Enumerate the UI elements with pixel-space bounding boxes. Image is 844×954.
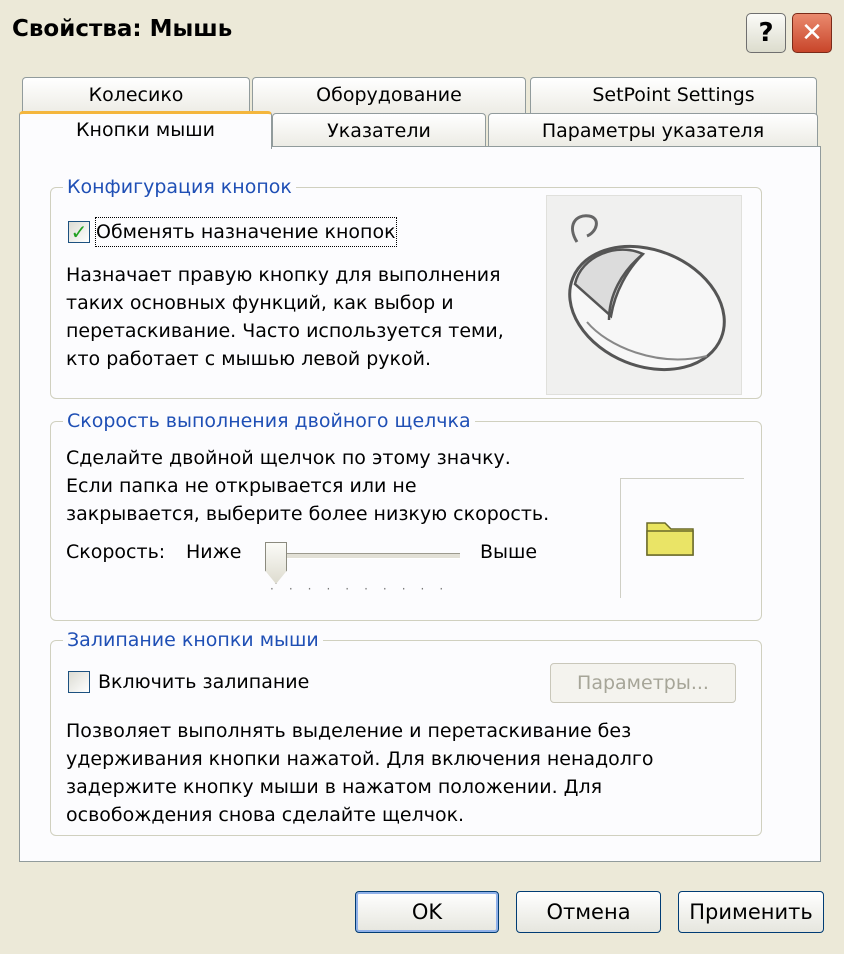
- description-line: таких основных функций, как выбор и: [66, 292, 454, 314]
- description-line: кто работает с мышью левой рукой.: [66, 348, 432, 370]
- tab-wheel[interactable]: Колесико: [22, 77, 250, 115]
- description-line: Если папка не открывается или не: [66, 475, 417, 497]
- tab-buttons[interactable]: Кнопки мыши: [19, 111, 272, 149]
- click-lock-legend: Залипание кнопки мыши: [63, 629, 323, 651]
- mouse-icon: [568, 214, 726, 372]
- cancel-button[interactable]: Отмена: [516, 891, 661, 933]
- help-button[interactable]: ?: [746, 13, 786, 53]
- tab-pointer-options[interactable]: Параметры указателя: [488, 113, 818, 147]
- tab-setpoint-settings[interactable]: SetPoint Settings: [530, 77, 817, 115]
- description-line: освобождения снова сделайте щелчок.: [66, 804, 465, 826]
- folder-icon[interactable]: [621, 479, 745, 599]
- speed-label: Скорость:: [66, 541, 166, 563]
- description-line: Позволяет выполнять выделение и перетаск…: [66, 720, 632, 742]
- apply-button[interactable]: Применить: [678, 891, 824, 933]
- close-icon: ✕: [801, 18, 823, 48]
- slider-track[interactable]: [272, 553, 460, 559]
- test-folder-area[interactable]: [620, 478, 744, 598]
- description-line: Сделайте двойной щелчок по этому значку.: [66, 447, 511, 469]
- description-line: удерживания кнопки нажатой. Для включени…: [66, 748, 654, 770]
- check-mark-icon: ✓: [70, 220, 88, 244]
- tab-pointers[interactable]: Указатели: [272, 113, 486, 147]
- click-lock-description: Позволяет выполнять выделение и перетаск…: [66, 717, 654, 829]
- speed-fast-label: Выше: [480, 541, 538, 563]
- button-config-legend: Конфигурация кнопок: [63, 176, 296, 198]
- title-bar[interactable]: Свойства: Мышь ? ✕: [0, 0, 844, 64]
- speed-slow-label: Ниже: [186, 541, 242, 563]
- window-title: Свойства: Мышь: [12, 16, 233, 42]
- mouse-image: [546, 195, 742, 395]
- close-button[interactable]: ✕: [792, 13, 832, 53]
- description-line: закрывается, выберите более низкую скоро…: [66, 503, 550, 525]
- speed-slider[interactable]: [272, 553, 460, 559]
- help-icon: ?: [758, 18, 774, 48]
- double-click-legend: Скорость выполнения двойного щелчка: [63, 410, 475, 432]
- swap-buttons-label[interactable]: Обменять назначение кнопок: [95, 217, 397, 247]
- description-line: Назначает правую кнопку для выполнения: [66, 264, 501, 286]
- button-config-description: Назначает правую кнопку для выполнения т…: [66, 261, 504, 373]
- click-lock-settings-button[interactable]: Параметры...: [550, 663, 736, 703]
- swap-buttons-checkbox[interactable]: ✓: [68, 221, 90, 243]
- slider-ticks: ··········: [270, 582, 459, 596]
- click-lock-checkbox[interactable]: [68, 671, 90, 693]
- click-lock-label[interactable]: Включить залипание: [98, 668, 309, 696]
- description-line: задержите кнопку мыши в нажатом положени…: [66, 776, 603, 798]
- double-click-description: Сделайте двойной щелчок по этому значку.…: [66, 444, 549, 528]
- ok-button[interactable]: OK: [355, 891, 499, 933]
- description-line: перетаскивание. Часто используется теми,: [66, 320, 504, 342]
- tab-hardware[interactable]: Оборудование: [252, 77, 526, 115]
